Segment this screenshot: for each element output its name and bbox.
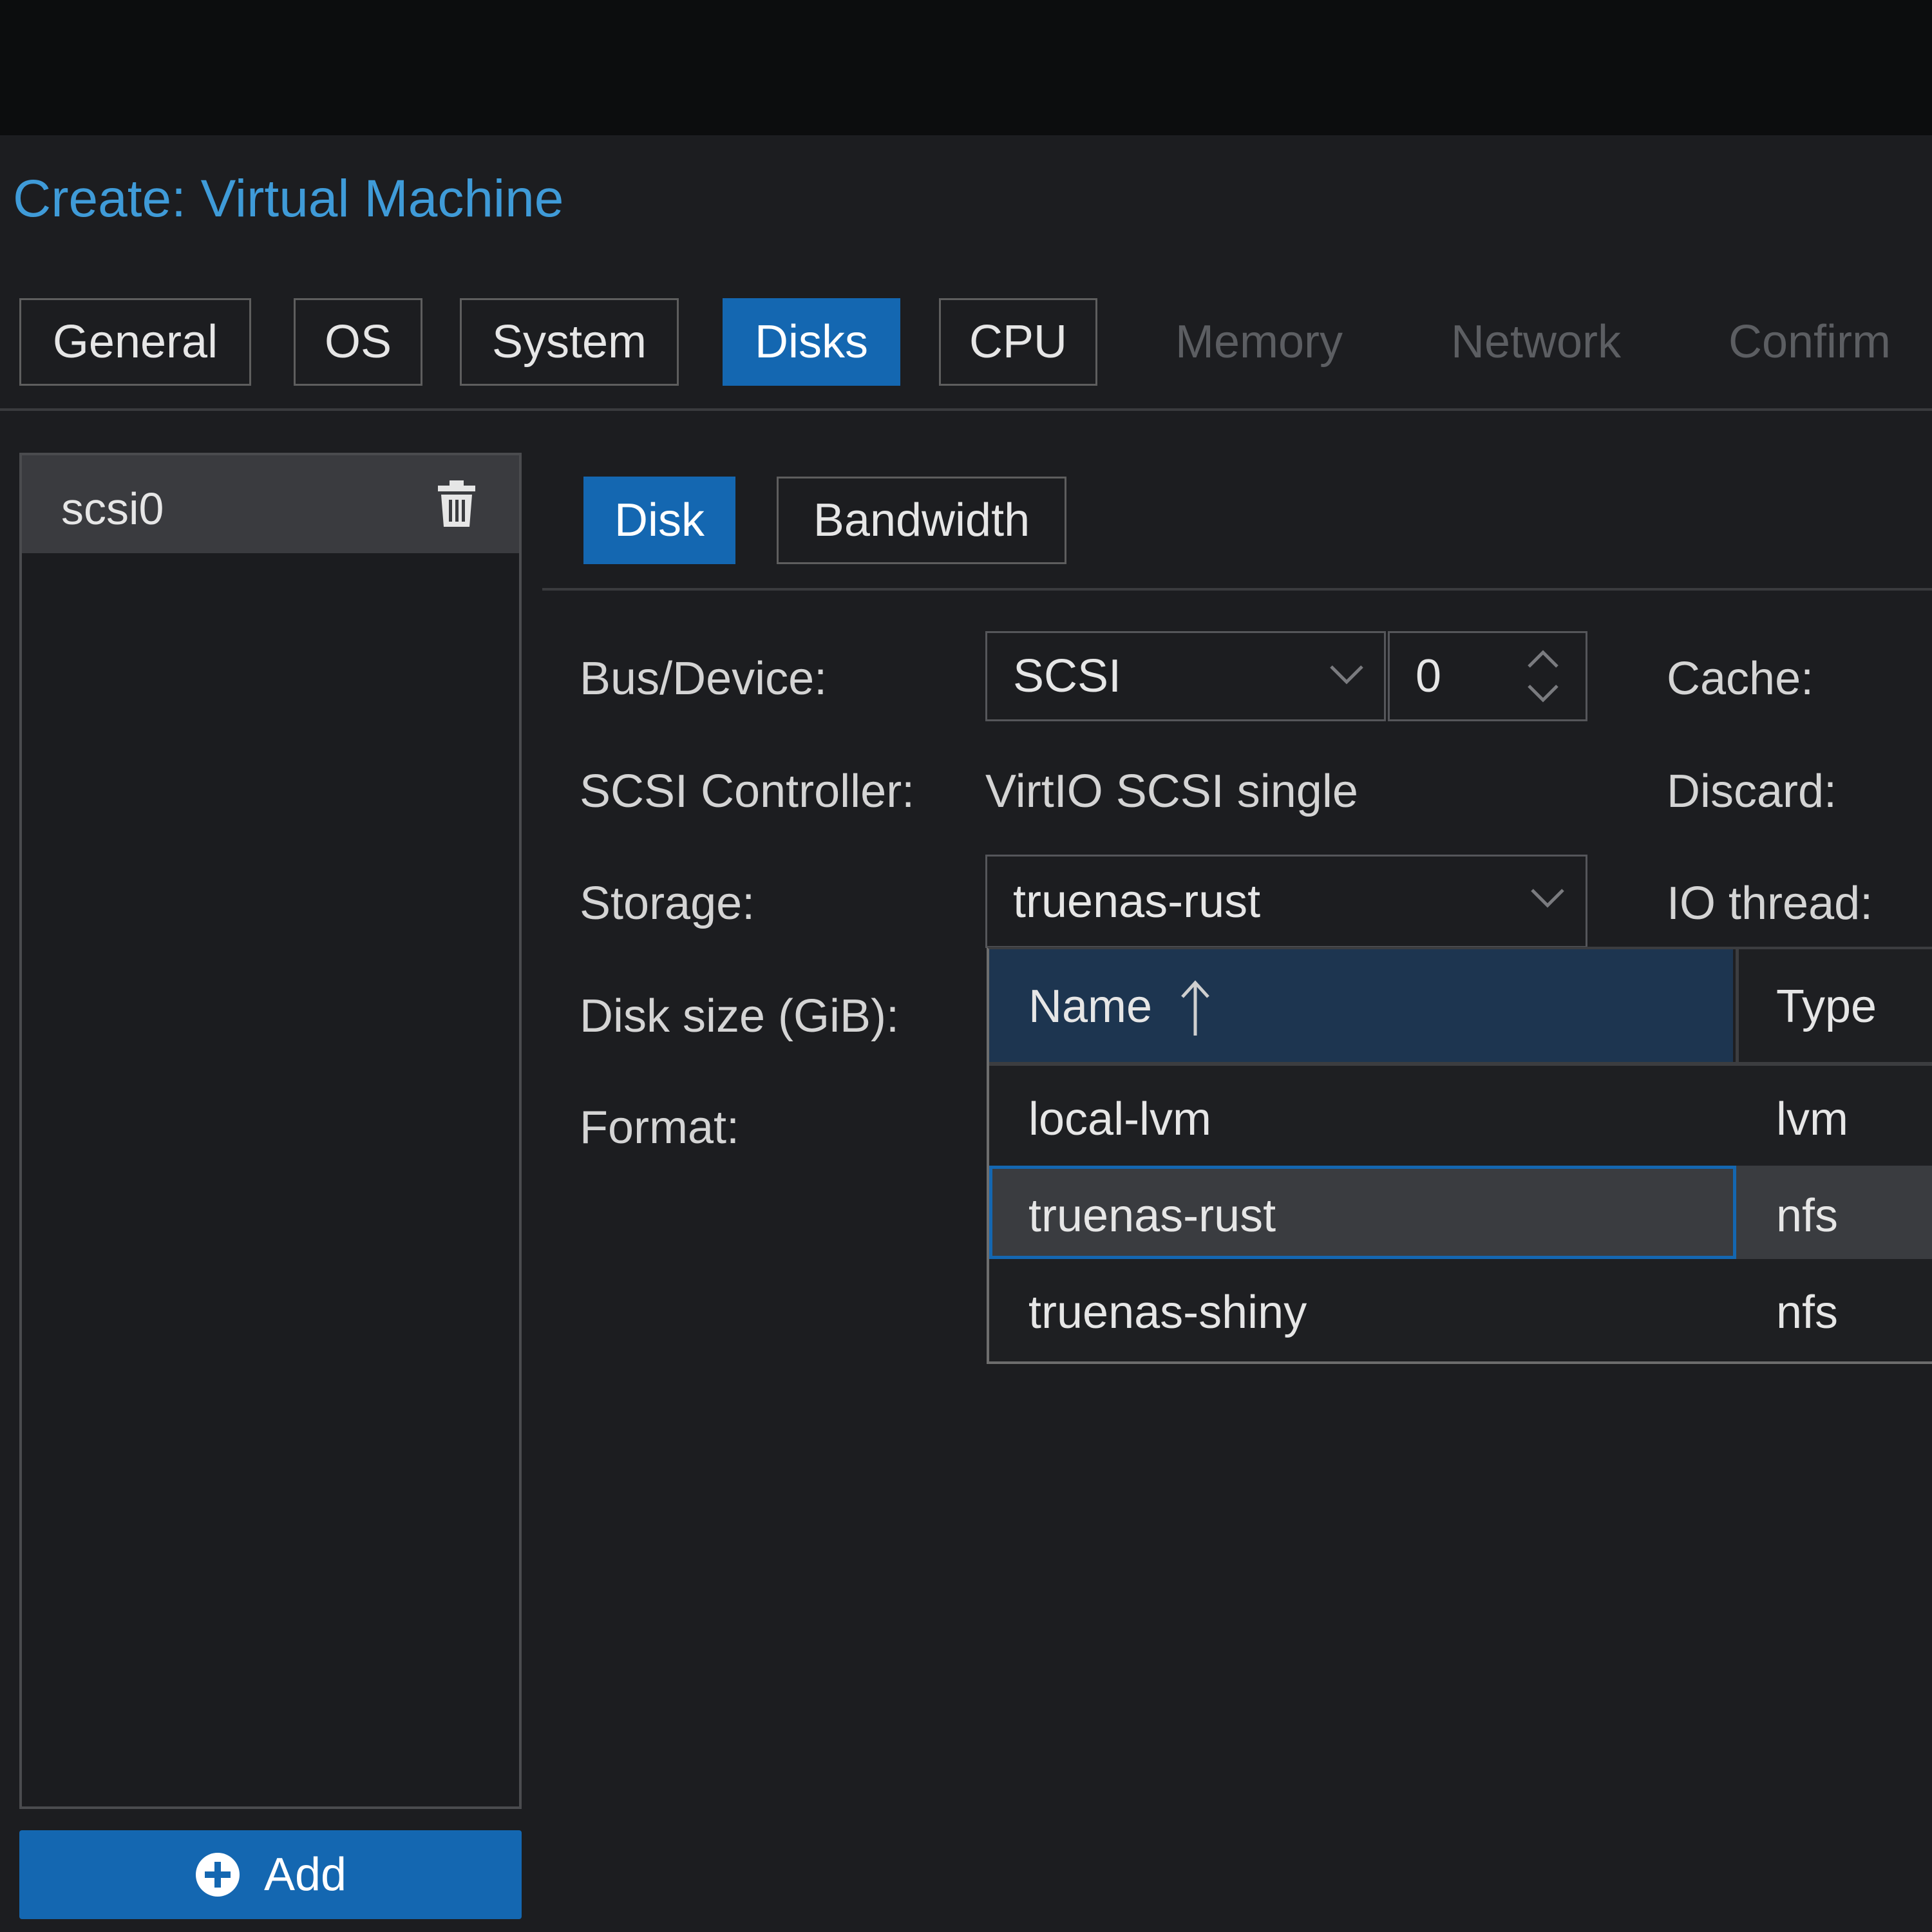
storage-label: Storage: xyxy=(580,878,755,929)
tab-confirm: Confirm xyxy=(1728,316,1891,368)
tab-memory: Memory xyxy=(1175,316,1343,368)
spinner-arrows-icon[interactable] xyxy=(1525,645,1561,708)
tabbar-divider xyxy=(0,408,1932,411)
bus-device-label: Bus/Device: xyxy=(580,653,828,705)
bus-select[interactable]: SCSI xyxy=(985,631,1386,721)
scsi-controller-label: SCSI Controller: xyxy=(580,766,915,817)
row-name: truenas-rust xyxy=(1028,1190,1276,1242)
subtab-disk[interactable]: Disk xyxy=(583,477,735,564)
top-bar xyxy=(0,0,1932,135)
row-type: nfs xyxy=(1776,1190,1839,1242)
tab-system[interactable]: System xyxy=(460,298,679,386)
tab-disks[interactable]: Disks xyxy=(723,298,900,386)
io-thread-label: IO thread: xyxy=(1667,878,1873,929)
sort-ascending-icon xyxy=(1181,980,1209,1036)
row-name: truenas-shiny xyxy=(1028,1287,1307,1338)
list-item-label: scsi0 xyxy=(61,484,164,534)
column-header-type-label: Type xyxy=(1776,981,1877,1032)
cache-label: Cache: xyxy=(1667,653,1814,705)
storage-select-value: truenas-rust xyxy=(1013,875,1261,927)
dialog-title: Create: Virtual Machine xyxy=(13,169,564,228)
bus-select-value: SCSI xyxy=(1013,650,1122,702)
scsi-controller-value: VirtIO SCSI single xyxy=(985,766,1358,817)
tab-general[interactable]: General xyxy=(19,298,251,386)
tab-os[interactable]: OS xyxy=(294,298,422,386)
chevron-down-icon xyxy=(1531,889,1564,908)
tab-network: Network xyxy=(1450,316,1622,368)
row-type: lvm xyxy=(1776,1094,1848,1145)
subtab-bandwidth[interactable]: Bandwidth xyxy=(777,477,1066,564)
add-button-label: Add xyxy=(263,1849,347,1900)
device-index-spinner[interactable]: 0 xyxy=(1388,631,1587,721)
trash-icon[interactable] xyxy=(438,480,475,527)
subtab-divider xyxy=(542,588,1932,591)
plus-circle-icon xyxy=(195,1853,240,1897)
disk-size-label: Disk size (GiB): xyxy=(580,990,900,1042)
add-button[interactable]: Add xyxy=(19,1830,522,1919)
tab-cpu[interactable]: CPU xyxy=(939,298,1097,386)
format-label: Format: xyxy=(580,1102,740,1153)
storage-select[interactable]: truenas-rust xyxy=(985,855,1587,948)
column-header-name-label: Name xyxy=(1028,981,1153,1032)
row-type: nfs xyxy=(1776,1287,1839,1338)
row-name: local-lvm xyxy=(1028,1094,1212,1145)
disk-list xyxy=(19,453,522,1809)
device-index-value: 0 xyxy=(1416,650,1442,702)
chevron-down-icon xyxy=(1330,665,1363,685)
discard-label: Discard: xyxy=(1667,766,1837,817)
